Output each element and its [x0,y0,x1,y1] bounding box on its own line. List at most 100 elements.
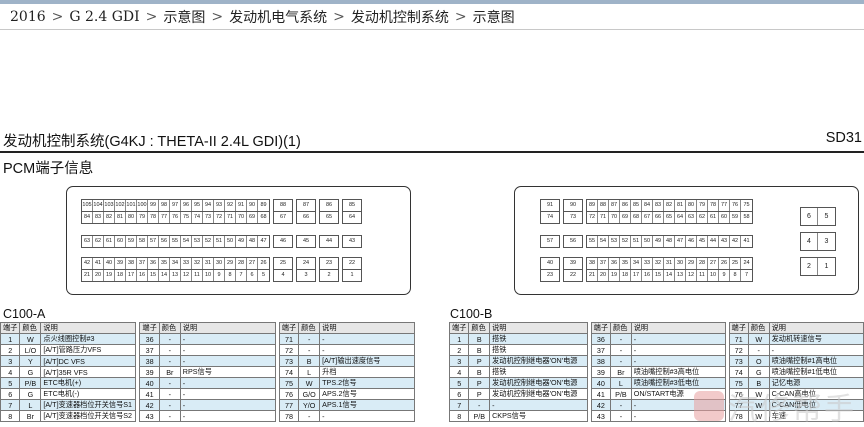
pin: 91 [236,200,247,211]
table-header-row: 端子 颜色 说明 端子 颜色 说明 端子 颜色 说明 [0,322,416,334]
pin: 83 [93,212,104,223]
pin-row: 63 62 61 60 59 58 57 56 55 54 53 52 51 50 49 48 47 46 45 44… [81,235,362,248]
pin: 31 [203,258,214,269]
wire-color: Br [610,366,632,378]
pin: 19 [104,270,115,281]
pin-group: 43 [342,235,362,248]
watermark-logo-icon [694,391,724,421]
pin: 38 [126,258,137,269]
pin: 2 [801,258,818,275]
pin: 37 [137,258,148,269]
breadcrumb-item[interactable]: 发动机电气系统 [229,7,327,27]
wire-color: P/B [468,410,491,422]
pin: 41 [93,258,104,269]
wire-color: - [158,410,181,422]
pin: 46 [686,236,697,247]
wire-color: B [468,333,491,345]
pin-row: 74 73 72 71 70 69 68 67 66 65 64 63 62 61 60 59 58 [540,211,753,224]
breadcrumb-separator: > [145,8,158,25]
pin-number: 40 [590,377,612,389]
pin: 72 [214,212,225,223]
pin: 88 [598,200,609,211]
pin: 73 [203,212,214,223]
wire-color: L/O [19,344,42,356]
pin: 86 [325,202,333,208]
pin: 61 [104,236,115,247]
pin: 25 [730,258,741,269]
pin-description: 升档 [319,366,416,378]
column-header: 颜色 [19,322,42,334]
pin-group: 23 [540,269,560,282]
pin: 86 [620,200,631,211]
pin-number: 2 [0,344,21,356]
pin-number: 8 [448,410,470,422]
pin: 10 [708,270,719,281]
pin: 42 [730,236,741,247]
pin-number: 39 [590,366,612,378]
wire-color: O [747,355,770,367]
pin: 36 [148,258,159,269]
pin: 17 [126,270,137,281]
wire-color: - [298,333,321,345]
side-pin-block: 65 [800,207,836,226]
pin: 76 [730,200,741,211]
breadcrumb-item[interactable]: 示意图 [163,7,205,27]
wire-color: Y [19,355,42,367]
pin: 39 [115,258,126,269]
pin-group: 74 [540,211,560,224]
pin: 69 [247,212,258,223]
pin-group: 64 [342,211,362,224]
pin: 104 [93,200,104,211]
pin: 78 [708,200,719,211]
pin: 10 [203,270,214,281]
pin: 3 [824,238,829,245]
breadcrumb-item[interactable]: G 2.4 GDI [69,9,139,25]
pin: 47 [260,238,267,244]
pin: 71 [598,212,609,223]
header-divider [0,151,864,153]
pin: 61 [708,212,719,223]
pin: 84 [642,200,653,211]
pin: 48 [664,236,675,247]
wire-color: L [19,399,42,411]
wire-color: P/B [610,388,632,400]
pin: 37 [598,258,609,269]
document-title: 发动机控制系统(G4KJ : THETA-II 2.4L GDI)(1) [3,134,301,150]
wire-color: P [468,355,491,367]
pin: 8 [225,270,236,281]
wire-color: - [610,399,632,411]
pin: 1 [824,263,829,270]
table-row: 7 L [A/T]变速器档位开关信号S1 42- -77 Y/O APS.1信号 [0,399,416,411]
pin-number: 71 [728,333,749,345]
pin: 33 [181,258,192,269]
table-row: 8 Br [A/T]变速器档位开关信号S2 43- -78- - [0,410,416,422]
pin: 39 [569,260,577,266]
pin: 95 [192,200,203,211]
pin-number: 73 [728,355,749,367]
pin: 3 [304,272,308,278]
pin: 60 [719,212,730,223]
pin-number: 74 [278,366,300,378]
pin-row: 84 83 82 81 80 79 78 77 76 75 74 73 72 71 70 69 68 67 66 65… [81,211,362,224]
breadcrumb-item[interactable]: 2016 [10,9,46,25]
breadcrumb-item[interactable]: 示意图 [473,7,515,27]
pin: 66 [302,214,310,220]
table-row: 4 G [A/T]35R VFS 39 Br RPS信号 74 L 升档 [0,366,416,378]
pin-number: 8 [0,410,21,422]
column-header: 颜色 [298,322,321,334]
pin-description: - [630,344,727,356]
pin: 79 [697,200,708,211]
pin: 54 [181,236,192,247]
pin: 55 [587,236,598,247]
pin: 56 [159,236,170,247]
wire-color: P [468,388,491,400]
breadcrumb: 2016 > G 2.4 GDI > 示意图 > 发动机电气系统 > 发动机控制系统 > 示意图 [0,4,864,30]
pin: 32 [192,258,203,269]
pin: 59 [126,236,137,247]
pin: 13 [675,270,686,281]
breadcrumb-item[interactable]: 发动机控制系统 [351,7,449,27]
column-header: 说明 [179,322,276,334]
pin-group: 56 [563,235,583,248]
pin-number: 72 [278,344,300,356]
wire-color: - [158,355,181,367]
